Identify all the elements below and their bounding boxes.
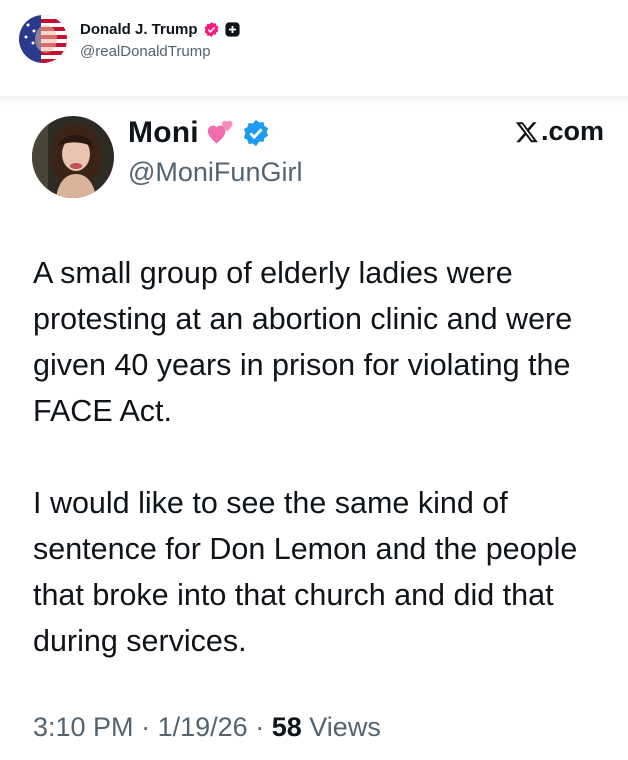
two-hearts-icon — [207, 120, 233, 144]
tweet-meta: 3:10 PM · 1/19/26 · 58 Views — [33, 712, 381, 743]
poster-handle[interactable]: @realDonaldTrump — [80, 43, 211, 60]
x-logo-icon — [515, 121, 538, 142]
quoted-avatar[interactable] — [32, 116, 114, 198]
x-com-watermark: .com — [515, 116, 604, 147]
woman-portrait-avatar-icon — [32, 116, 114, 198]
verified-badge-icon[interactable] — [203, 21, 220, 38]
avatar[interactable] — [19, 15, 67, 63]
quoted-author-name[interactable]: Moni — [128, 116, 199, 150]
flag-portrait-avatar-icon — [19, 15, 67, 63]
tweet-paragraph: A small group of elderly ladies were pro… — [33, 256, 573, 428]
meta-separator: · — [141, 712, 151, 742]
quoted-tweet-text: A small group of elderly ladies were pro… — [33, 250, 603, 664]
x-com-label: .com — [540, 116, 604, 146]
card-divider — [0, 96, 628, 106]
plus-square-icon[interactable] — [224, 21, 241, 38]
meta-separator: · — [255, 712, 265, 742]
verified-badge-icon[interactable] — [241, 118, 271, 148]
post-header: Donald J. Trump @realDonaldTrump — [0, 0, 628, 96]
views-label: Views — [309, 712, 381, 742]
tweet-paragraph: I would like to see the same kind of sen… — [33, 486, 578, 658]
quoted-author-handle[interactable]: @MoniFunGirl — [128, 157, 302, 188]
tweet-time[interactable]: 3:10 PM — [33, 712, 134, 742]
views-count: 58 — [271, 712, 302, 742]
poster-name[interactable]: Donald J. Trump — [80, 21, 198, 38]
tweet-date[interactable]: 1/19/26 — [158, 712, 248, 742]
